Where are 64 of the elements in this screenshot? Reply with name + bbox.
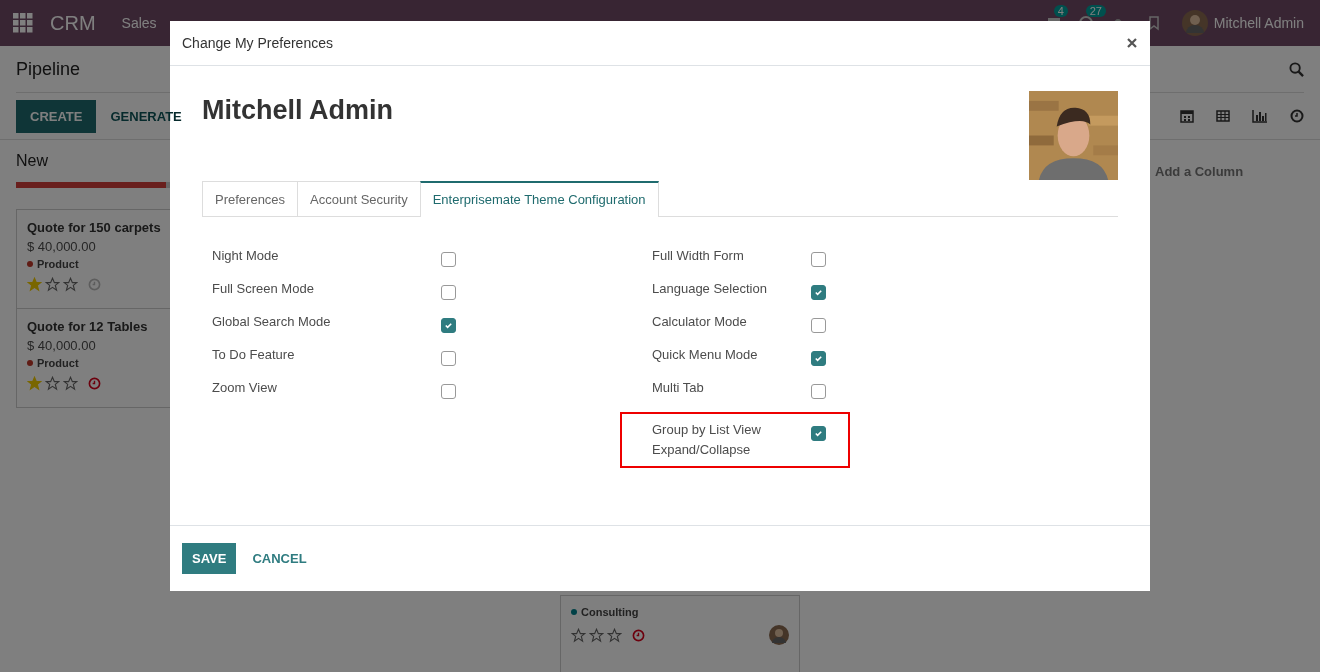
checkbox[interactable] bbox=[811, 252, 826, 267]
check-icon bbox=[814, 288, 823, 297]
card-tag: Consulting bbox=[581, 606, 639, 618]
bar-chart-icon[interactable] bbox=[1252, 109, 1268, 123]
save-button[interactable]: SAVE bbox=[182, 543, 237, 574]
user-avatar[interactable] bbox=[1181, 10, 1208, 36]
checkbox[interactable] bbox=[811, 351, 826, 366]
checkbox[interactable] bbox=[811, 384, 826, 399]
checkbox[interactable] bbox=[441, 318, 456, 333]
checkbox[interactable] bbox=[811, 285, 826, 300]
dialog-title: Change My Preferences bbox=[182, 35, 333, 51]
star-icon[interactable] bbox=[45, 376, 60, 391]
card-title: Quote for 12 Tables bbox=[27, 319, 148, 334]
priority-stars[interactable] bbox=[27, 277, 78, 292]
checkbox[interactable] bbox=[441, 384, 456, 399]
card-tag: Product bbox=[37, 258, 79, 270]
option-label: Language Selection bbox=[652, 280, 768, 298]
card-amount: $ 40,000.00 bbox=[27, 239, 96, 254]
card-tag: Product bbox=[37, 357, 79, 369]
clock-icon[interactable] bbox=[88, 377, 101, 390]
option-label: Multi Tab bbox=[652, 379, 705, 397]
option-label: Quick Menu Mode bbox=[652, 346, 759, 364]
tab[interactable]: Preferences bbox=[202, 181, 299, 216]
menu-item[interactable]: Sales bbox=[121, 15, 157, 31]
search-icon[interactable] bbox=[1289, 61, 1304, 77]
calendar-icon[interactable] bbox=[1180, 109, 1194, 123]
cancel-button[interactable]: CANCEL bbox=[240, 543, 319, 574]
star-icon[interactable] bbox=[45, 277, 60, 292]
star-icon[interactable] bbox=[571, 627, 586, 643]
user-name[interactable]: Mitchell Admin bbox=[1213, 15, 1304, 31]
option-label: Full Width Form bbox=[652, 247, 745, 265]
check-icon bbox=[814, 354, 823, 363]
create-button[interactable]: CREATE bbox=[16, 99, 97, 133]
star-icon[interactable] bbox=[589, 627, 604, 643]
app-name: CRM bbox=[50, 11, 96, 35]
option-label: Calculator Mode bbox=[652, 313, 748, 331]
check-icon bbox=[444, 321, 453, 330]
star-icon[interactable] bbox=[607, 627, 622, 643]
priority-stars[interactable] bbox=[27, 376, 78, 391]
clock-icon[interactable] bbox=[1290, 109, 1304, 123]
star-icon[interactable] bbox=[63, 277, 78, 292]
breadcrumb-title: Pipeline bbox=[16, 58, 81, 80]
column-title: New bbox=[16, 152, 49, 171]
add-column-link[interactable]: Add a Column bbox=[1155, 164, 1244, 180]
lead-card[interactable]: Consulting bbox=[560, 595, 800, 672]
activity-count-badge: 27 bbox=[1085, 5, 1106, 17]
close-icon[interactable] bbox=[1127, 38, 1137, 48]
table-icon[interactable] bbox=[1216, 109, 1230, 123]
tab[interactable]: Enterprisemate Theme Configuration bbox=[419, 181, 659, 217]
card-amount: $ 40,000.00 bbox=[27, 338, 96, 353]
check-icon bbox=[814, 429, 823, 438]
checkbox[interactable] bbox=[441, 252, 456, 267]
message-count-badge: 4 bbox=[1053, 5, 1068, 17]
checkbox[interactable] bbox=[811, 318, 826, 333]
clock-icon[interactable] bbox=[632, 628, 645, 642]
checkbox[interactable] bbox=[441, 351, 456, 366]
apps-menu-icon[interactable] bbox=[13, 13, 33, 33]
card-title: Quote for 150 carpets bbox=[27, 220, 161, 235]
checkbox[interactable] bbox=[441, 285, 456, 300]
option-label: Group by List View Expand/Collapse bbox=[652, 421, 762, 459]
star-icon[interactable] bbox=[63, 376, 78, 391]
priority-stars[interactable] bbox=[571, 627, 622, 643]
checkbox[interactable] bbox=[811, 426, 826, 441]
user-name-heading: Mitchell Admin bbox=[202, 95, 393, 126]
